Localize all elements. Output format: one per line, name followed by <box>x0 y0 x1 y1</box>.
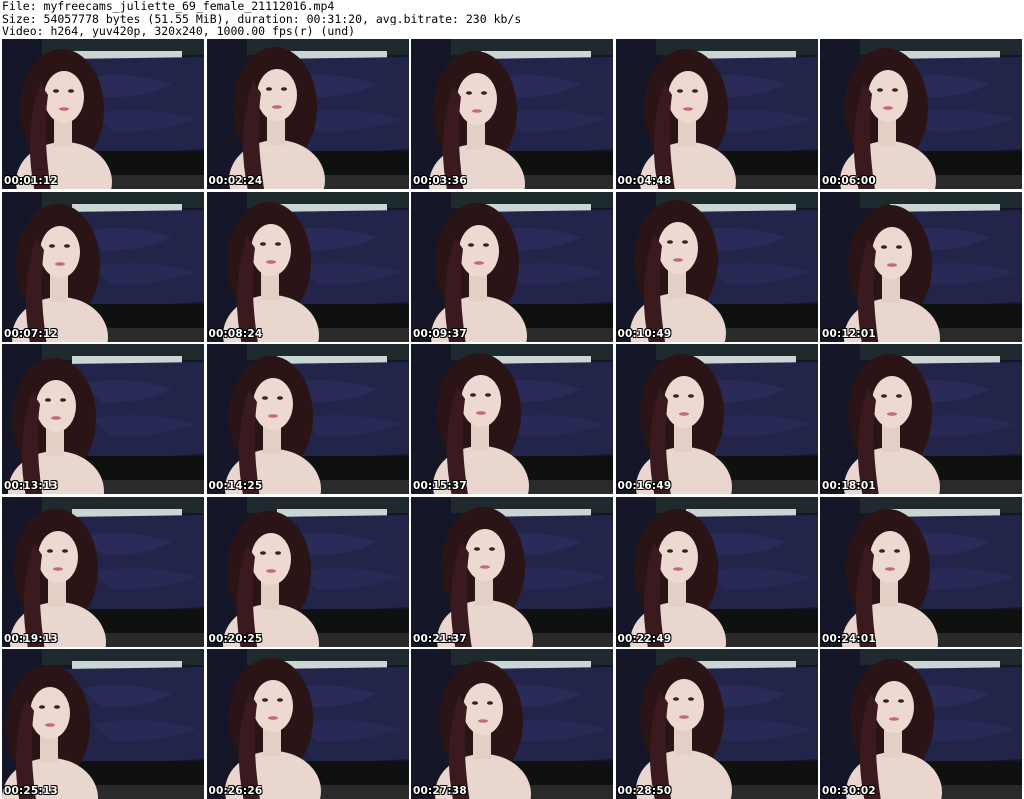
frame-image <box>206 39 409 189</box>
frame-timestamp: 00:10:49 <box>617 327 672 340</box>
frame-timestamp: 00:01:12 <box>4 175 58 187</box>
frame-timestamp: 00:22:49 <box>617 632 672 645</box>
thumbnail-frame: 00:24:01 <box>820 496 1022 647</box>
frame-timestamp: 00:26:26 <box>208 785 263 797</box>
frame-timestamp: 00:06:00 <box>822 175 876 187</box>
frame-timestamp: 00:08:24 <box>208 327 263 340</box>
frame-timestamp: 00:25:13 <box>4 785 58 797</box>
thumbnail-frame: 00:09:37 <box>411 191 613 342</box>
frame-timestamp: 00:18:01 <box>822 480 876 492</box>
frame-timestamp: 00:28:50 <box>617 785 672 797</box>
thumbnail-grid: 00:01:12 00:02:24 00:03:36 00:04:48 00:06:00… <box>2 39 1022 799</box>
thumbnail-frame: 00:12:01 <box>820 191 1022 342</box>
thumbnail-frame: 00:04:48 <box>615 39 818 189</box>
frame-image <box>2 649 204 799</box>
thumbnail-frame: 00:27:38 <box>411 649 613 799</box>
thumbnail-frame: 00:25:13 <box>2 649 204 799</box>
frame-image <box>206 344 409 494</box>
frame-image <box>411 344 613 494</box>
file-info-header: File: myfreecams_juliette_69_female_2111… <box>2 0 1022 38</box>
frame-image <box>411 649 613 799</box>
frame-image <box>206 649 409 799</box>
frame-image <box>615 344 818 494</box>
frame-timestamp: 00:02:24 <box>208 175 263 187</box>
frame-image <box>2 39 204 189</box>
frame-timestamp: 00:03:36 <box>413 175 467 187</box>
frame-image <box>615 39 818 189</box>
video-info-line: Video: h264, yuv420p, 320x240, 1000.00 f… <box>2 25 356 38</box>
frame-image <box>820 649 1022 799</box>
thumbnail-frame: 00:20:25 <box>206 496 409 647</box>
frame-image <box>2 496 204 647</box>
thumbnail-frame: 00:30:02 <box>820 649 1022 799</box>
frame-timestamp: 00:15:37 <box>413 480 467 492</box>
thumbnail-frame: 00:02:24 <box>206 39 409 189</box>
thumbnail-frame: 00:01:12 <box>2 39 204 189</box>
frame-image <box>411 39 613 189</box>
frame-timestamp: 00:24:01 <box>822 632 876 645</box>
thumbnail-frame: 00:13:13 <box>2 344 204 494</box>
frame-image <box>615 191 818 342</box>
file-name-line: File: myfreecams_juliette_69_female_2111… <box>2 0 335 13</box>
thumbnail-frame: 00:06:00 <box>820 39 1022 189</box>
frame-timestamp: 00:30:02 <box>822 785 876 797</box>
thumbnail-frame: 00:07:12 <box>2 191 204 342</box>
thumbnail-frame: 00:19:13 <box>2 496 204 647</box>
frame-image <box>820 344 1022 494</box>
frame-image <box>615 496 818 647</box>
frame-timestamp: 00:12:01 <box>822 327 876 340</box>
thumbnail-frame: 00:18:01 <box>820 344 1022 494</box>
thumbnail-frame: 00:08:24 <box>206 191 409 342</box>
frame-timestamp: 00:21:37 <box>413 632 467 645</box>
frame-image <box>2 191 204 342</box>
frame-image <box>411 191 613 342</box>
thumbnail-frame: 00:28:50 <box>615 649 818 799</box>
frame-image <box>820 191 1022 342</box>
frame-timestamp: 00:16:49 <box>617 480 672 492</box>
frame-image <box>2 344 204 494</box>
frame-timestamp: 00:14:25 <box>208 480 263 492</box>
frame-timestamp: 00:19:13 <box>4 632 58 645</box>
thumbnail-frame: 00:15:37 <box>411 344 613 494</box>
frame-image <box>206 496 409 647</box>
file-size-line: Size: 54057778 bytes (51.55 MiB), durati… <box>2 12 522 25</box>
thumbnail-frame: 00:03:36 <box>411 39 613 189</box>
thumbnail-frame: 00:16:49 <box>615 344 818 494</box>
frame-timestamp: 00:20:25 <box>208 632 263 645</box>
frame-image <box>206 191 409 342</box>
frame-image <box>820 496 1022 647</box>
frame-timestamp: 00:09:37 <box>413 327 467 340</box>
thumbnail-frame: 00:22:49 <box>615 496 818 647</box>
frame-image <box>820 39 1022 189</box>
thumbnail-frame: 00:10:49 <box>615 191 818 342</box>
thumbnail-frame: 00:26:26 <box>206 649 409 799</box>
frame-timestamp: 00:27:38 <box>413 785 467 797</box>
frame-image <box>615 649 818 799</box>
frame-image <box>411 496 613 647</box>
frame-timestamp: 00:07:12 <box>4 327 58 340</box>
frame-timestamp: 00:13:13 <box>4 480 58 492</box>
thumbnail-frame: 00:21:37 <box>411 496 613 647</box>
thumbnail-frame: 00:14:25 <box>206 344 409 494</box>
frame-timestamp: 00:04:48 <box>617 175 672 187</box>
